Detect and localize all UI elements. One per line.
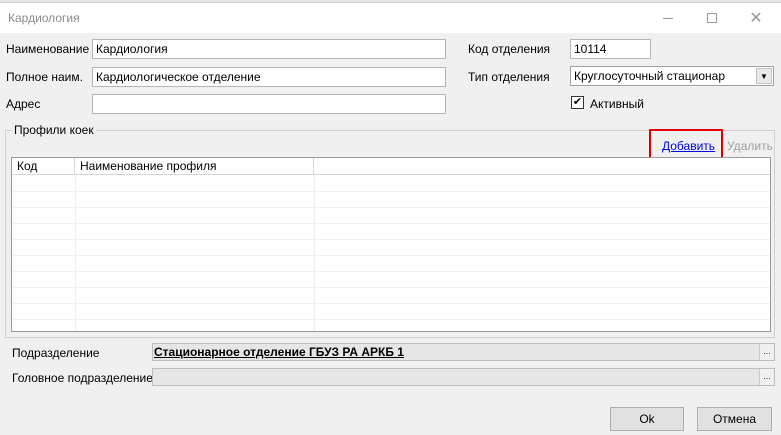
maximize-icon bbox=[707, 13, 717, 23]
column-header-profile-name[interactable]: Наименование профиля bbox=[75, 158, 314, 175]
subdivision-value: Стационарное отделение ГБУЗ РА АРКБ 1 bbox=[154, 345, 404, 359]
dept-type-label: Тип отделения bbox=[468, 70, 550, 84]
maximize-button[interactable] bbox=[690, 3, 734, 33]
grid-line bbox=[12, 207, 770, 208]
checkmark-icon: ✔ bbox=[572, 96, 583, 108]
active-checkbox[interactable]: ✔ bbox=[571, 96, 584, 109]
chevron-down-icon[interactable]: ▼ bbox=[756, 68, 772, 84]
full-name-field[interactable]: Кардиологическое отделение bbox=[92, 67, 446, 87]
delete-profile-link[interactable]: Удалить bbox=[727, 139, 773, 153]
dept-type-value: Круглосуточный стационар bbox=[574, 69, 726, 83]
column-divider bbox=[314, 175, 315, 331]
grid-line bbox=[12, 319, 770, 320]
parent-subdivision-label: Головное подразделение bbox=[12, 371, 153, 385]
column-divider bbox=[75, 175, 76, 331]
subdivision-label: Подразделение bbox=[12, 346, 100, 360]
minimize-button[interactable] bbox=[646, 3, 690, 33]
column-header-code[interactable]: Код bbox=[12, 158, 75, 175]
profiles-group-title: Профили коек bbox=[12, 123, 96, 137]
close-button[interactable]: ✕ bbox=[734, 3, 778, 33]
grid-line bbox=[12, 223, 770, 224]
grid-line bbox=[12, 255, 770, 256]
dept-code-label: Код отделения bbox=[468, 42, 551, 56]
dept-code-field[interactable]: 10114 bbox=[570, 39, 651, 59]
active-label: Активный bbox=[590, 97, 644, 111]
dept-type-select[interactable]: Круглосуточный стационар ▼ bbox=[570, 66, 774, 86]
grid-line bbox=[12, 191, 770, 192]
full-name-label: Полное наим. bbox=[6, 70, 83, 84]
ellipsis-button[interactable]: ... bbox=[759, 369, 774, 385]
cancel-button[interactable]: Отмена bbox=[697, 407, 772, 431]
grid-line bbox=[12, 287, 770, 288]
name-label: Наименование bbox=[6, 42, 90, 56]
grid-line bbox=[12, 271, 770, 272]
name-field[interactable]: Кардиология bbox=[92, 39, 446, 59]
grid-line bbox=[12, 303, 770, 304]
address-label: Адрес bbox=[6, 97, 41, 111]
title-bar: Кардиология ✕ bbox=[0, 3, 781, 33]
parent-subdivision-field[interactable]: ... bbox=[152, 368, 775, 386]
profiles-table[interactable]: Код Наименование профиля bbox=[11, 157, 771, 332]
ellipsis-button[interactable]: ... bbox=[759, 344, 774, 360]
minimize-icon bbox=[663, 17, 673, 19]
grid-line bbox=[12, 239, 770, 240]
close-icon: ✕ bbox=[749, 10, 763, 27]
subdivision-field[interactable]: Стационарное отделение ГБУЗ РА АРКБ 1 ..… bbox=[152, 343, 775, 361]
address-field[interactable] bbox=[92, 94, 446, 114]
table-header: Код Наименование профиля bbox=[12, 158, 770, 175]
window-title: Кардиология bbox=[8, 11, 80, 25]
ok-button[interactable]: Ok bbox=[610, 407, 684, 431]
